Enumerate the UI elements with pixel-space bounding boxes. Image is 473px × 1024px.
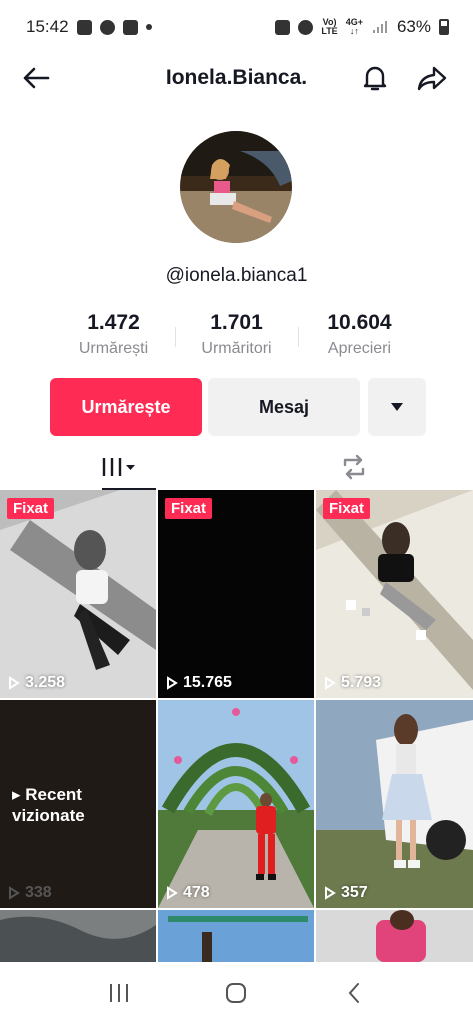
recently-viewed-label: ▸ Recent vizionate (12, 785, 85, 825)
notification-icon (99, 19, 115, 35)
video-thumbnail[interactable]: Fixat 5.793 (316, 490, 473, 698)
tab-reposts[interactable] (236, 444, 472, 490)
system-nav-bar (0, 962, 473, 1024)
stat-value: 10.604 (327, 311, 392, 334)
stat-label: Aprecieri (327, 340, 392, 357)
view-count: 478 (166, 884, 210, 902)
content-tabs (0, 444, 473, 490)
stat-following[interactable]: 1.472 Urmărești (53, 311, 175, 358)
thumbnail-image (0, 490, 156, 698)
thumbnail-image (158, 910, 314, 962)
profile-stats: 1.472 Urmărești 1.701 Urmăritori 10.604 … (0, 311, 473, 358)
alarm-icon (298, 19, 314, 35)
stat-value: 1.701 (210, 311, 263, 334)
video-thumbnail[interactable]: Fixat 15.765 (158, 490, 314, 698)
video-grid: Fixat 3.258 Fixat 15.765 Fixat 5.793 ▸ R… (0, 490, 473, 962)
play-icon (9, 886, 20, 900)
bell-icon (363, 66, 387, 91)
home-icon (226, 983, 247, 1003)
username-handle: @ionela.bianca1 (165, 265, 308, 286)
pinned-badge: Fixat (7, 498, 55, 519)
gallery-icon (76, 19, 92, 35)
view-count: 357 (324, 884, 368, 902)
video-thumbnail[interactable]: 478 (158, 700, 314, 908)
play-icon (9, 676, 20, 690)
thumbnail-image (158, 490, 314, 698)
thumbnail-image (0, 910, 156, 962)
recent-apps-icon (109, 984, 128, 1002)
stat-value: 1.472 (87, 311, 140, 334)
caret-down-icon (391, 403, 403, 411)
repost-icon (343, 454, 365, 480)
battery-icon (439, 19, 449, 35)
thumbnail-image (316, 490, 473, 698)
video-thumbnail[interactable]: 357 (316, 700, 473, 908)
avatar[interactable] (180, 131, 292, 243)
mail-icon (122, 19, 138, 35)
play-icon (167, 676, 178, 690)
profile-header: Ionela.Bianca. (0, 54, 473, 102)
stat-label: Urmăritori (201, 340, 272, 357)
thumbnail-image (158, 700, 314, 908)
system-back-button[interactable] (334, 973, 374, 1013)
chevron-left-icon (348, 983, 360, 1003)
signal-icon (372, 21, 387, 33)
suggested-accounts-button[interactable] (368, 378, 426, 436)
pinned-badge: Fixat (165, 498, 213, 519)
page-title: Ionela.Bianca. (165, 66, 308, 89)
share-button[interactable] (414, 60, 450, 96)
stat-likes[interactable]: 10.604 Aprecieri (299, 311, 421, 358)
tab-videos[interactable] (0, 444, 236, 490)
thumbnail-image (316, 700, 473, 908)
view-count: 338 (8, 884, 52, 902)
video-thumbnail[interactable] (0, 910, 156, 962)
back-button[interactable] (18, 60, 54, 96)
notifications-button[interactable] (357, 60, 393, 96)
profile-actions: Urmărește Mesaj (50, 378, 426, 436)
video-thumbnail[interactable]: ▸ Recent vizionate 338 (0, 700, 156, 908)
video-thumbnail[interactable]: Fixat 3.258 (0, 490, 156, 698)
follow-button[interactable]: Urmărește (50, 378, 202, 436)
arrow-left-icon (23, 67, 50, 89)
more-notifications-icon (145, 24, 152, 30)
recent-apps-button[interactable] (99, 973, 139, 1013)
view-count: 15.765 (166, 674, 232, 692)
network-4g-icon: 4G+ ↓↑ (345, 17, 363, 36)
play-icon (167, 886, 178, 900)
video-thumbnail[interactable] (158, 910, 314, 962)
volte-icon: Vo) LTE (321, 17, 338, 36)
play-icon (325, 886, 336, 900)
view-count: 3.258 (8, 674, 65, 692)
video-thumbnail[interactable] (316, 910, 473, 962)
message-button[interactable]: Mesaj (208, 378, 360, 436)
stat-followers[interactable]: 1.701 Urmăritori (176, 311, 298, 358)
stat-label: Urmărești (78, 340, 149, 357)
clock: 15:42 (26, 17, 69, 36)
share-arrow-icon (417, 66, 447, 91)
avatar-photo (180, 131, 292, 243)
view-count: 5.793 (324, 674, 381, 692)
battery-saver-icon (275, 19, 291, 35)
status-bar: 15:42 Vo) LTE 4G+ ↓↑ 63% (0, 0, 473, 54)
play-icon (325, 676, 336, 690)
pinned-badge: Fixat (323, 498, 371, 519)
home-button[interactable] (216, 973, 256, 1013)
thumbnail-image (316, 910, 473, 962)
videos-grid-icon (101, 458, 135, 476)
battery-percent: 63% (396, 17, 431, 36)
